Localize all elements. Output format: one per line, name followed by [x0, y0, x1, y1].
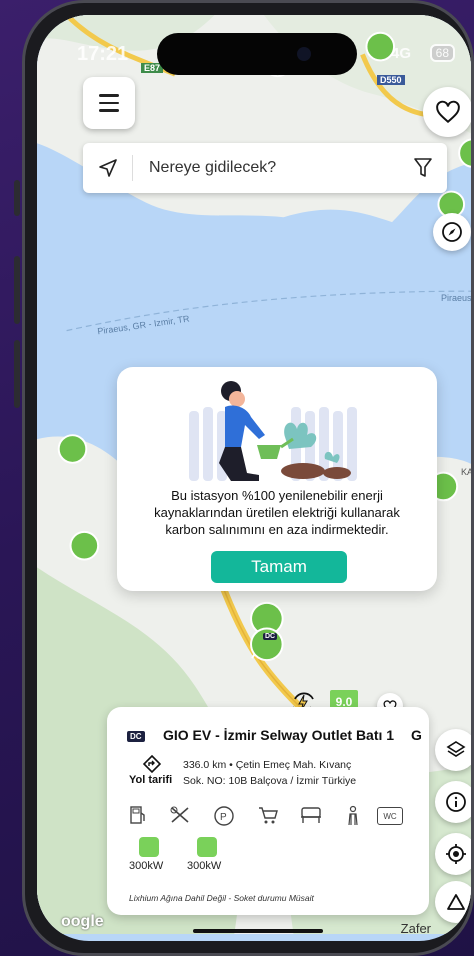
- sea-route-label-right: Piraeus: [441, 293, 471, 303]
- charger-power: 300kW: [187, 860, 222, 872]
- my-location-button[interactable]: [435, 833, 471, 875]
- ok-button[interactable]: Tamam: [211, 551, 347, 583]
- phone-volume-down: [14, 340, 20, 408]
- layers-icon: [446, 741, 466, 757]
- green-energy-dialog: Bu istasyon %100 yenilenebilir enerji ka…: [117, 367, 437, 591]
- google-logo: oogle: [61, 913, 104, 930]
- directions-icon[interactable]: [143, 755, 161, 773]
- battery-indicator: 68: [429, 44, 455, 62]
- phone-volume-up: [14, 256, 20, 324]
- search-input[interactable]: Nereye gidilecek?: [133, 159, 399, 177]
- hamburger-icon-line: [99, 94, 119, 97]
- menu-button[interactable]: [83, 77, 135, 129]
- compass-icon: [442, 222, 462, 242]
- place-label-zafer: Zafer: [400, 921, 431, 936]
- gardener-illustration: [189, 381, 357, 481]
- navigation-arrow-icon[interactable]: [83, 155, 133, 181]
- station-card[interactable]: DC GIO EV - İzmir Selway Outlet Batı 1 G…: [107, 707, 429, 915]
- station-title[interactable]: GIO EV - İzmir Selway Outlet Batı 1: [163, 727, 394, 743]
- compass-button[interactable]: [433, 213, 471, 251]
- favorites-button[interactable]: [423, 87, 471, 137]
- dynamic-island: [157, 33, 357, 75]
- charger-power: 300kW: [129, 860, 164, 872]
- shopping-icon: [259, 807, 278, 824]
- navigation-mode-button[interactable]: [435, 881, 471, 923]
- restaurant-icon: [170, 806, 189, 823]
- info-icon: [446, 792, 466, 812]
- triangle-icon: [447, 894, 465, 910]
- status-time: 17:21: [77, 43, 129, 65]
- place-label-kar: KAR: [461, 467, 471, 477]
- charger-connector-icon: [197, 837, 217, 857]
- wc-icon: WC: [377, 807, 403, 825]
- info-button[interactable]: [435, 781, 471, 823]
- fuel-icon: [130, 806, 145, 824]
- dc-tag: DC: [127, 731, 145, 742]
- seating-icon: [301, 807, 321, 823]
- phone-silent-switch: [14, 180, 20, 216]
- road-label-d550: D550: [377, 75, 405, 85]
- svg-text:P: P: [220, 812, 227, 823]
- home-indicator[interactable]: [193, 929, 323, 933]
- restroom-person-icon: [348, 805, 358, 826]
- parking-icon: P: [214, 806, 234, 826]
- network-indicator: 4G: [390, 45, 411, 62]
- wc-label: WC: [383, 811, 397, 821]
- app-screen: E87 D550 Piraeus, GR - Izmir, TR Piraeus…: [37, 15, 471, 941]
- layers-button[interactable]: [435, 729, 471, 771]
- phone-frame: E87 D550 Piraeus, GR - Izmir, TR Piraeus…: [22, 0, 474, 956]
- map-pin-dc-tag: DC: [263, 633, 278, 640]
- filter-icon[interactable]: [399, 157, 447, 179]
- heart-icon: [436, 100, 460, 124]
- station-network-status: Lixhium Ağına Dahil Değil - Soket durumu…: [129, 893, 314, 903]
- charger-connector-icon: [139, 837, 159, 857]
- station-address-line2: Sok. NO: 10B Balçova / İzmir Türkiye: [183, 775, 357, 787]
- target-icon: [446, 844, 466, 864]
- hamburger-icon-line: [99, 109, 119, 112]
- search-bar[interactable]: Nereye gidilecek?: [83, 143, 447, 193]
- station-address-line1: 336.0 km • Çetin Emeç Mah. Kıvanç: [183, 759, 352, 771]
- next-station-title-peek[interactable]: G: [411, 727, 422, 743]
- camera-icon: [297, 47, 311, 61]
- dialog-message: Bu istasyon %100 yenilenebilir enerji ka…: [154, 488, 400, 537]
- directions-label[interactable]: Yol tarifi: [129, 774, 172, 786]
- hamburger-icon-line: [99, 101, 119, 105]
